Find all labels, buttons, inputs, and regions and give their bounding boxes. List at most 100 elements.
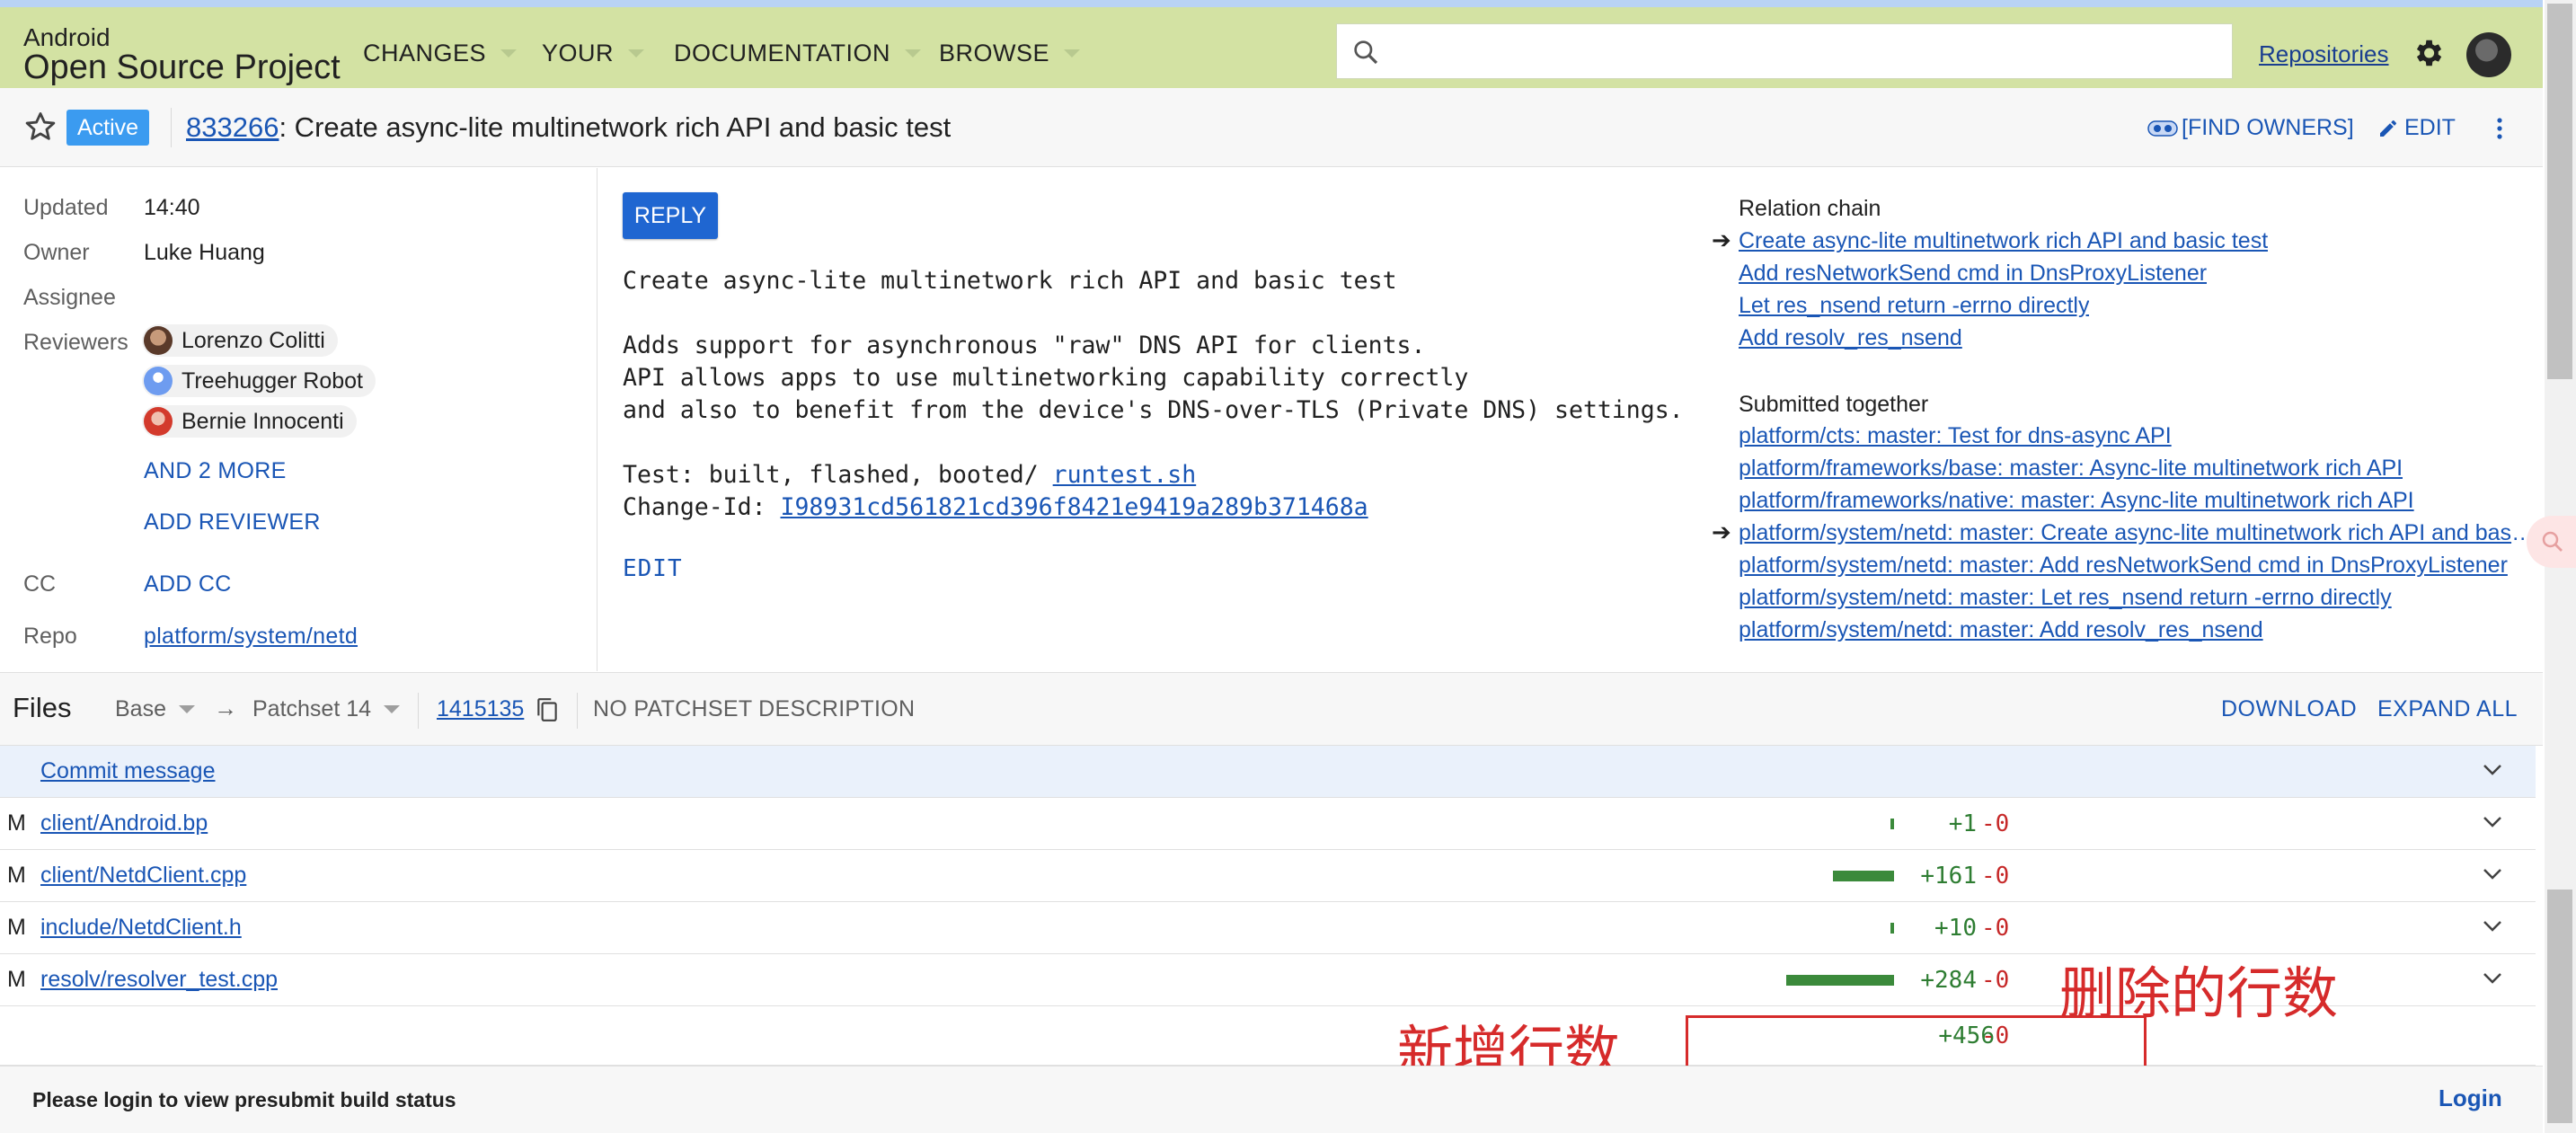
edit-button[interactable]: EDIT xyxy=(2377,115,2456,141)
chevron-down-icon[interactable] xyxy=(2482,762,2503,778)
nav-browse[interactable]: BROWSE xyxy=(939,40,1081,67)
change-id-label: Change-Id: xyxy=(623,493,781,521)
repo-label: Repo xyxy=(23,624,77,649)
chevron-down-icon[interactable] xyxy=(2482,814,2503,830)
commit-message-link[interactable]: Commit message xyxy=(40,758,216,784)
patchset-select[interactable]: Patchset 14 xyxy=(252,696,401,722)
change-header: Active 833266: Create async-lite multine… xyxy=(0,88,2543,167)
relation-chain-item[interactable]: Add resNetworkSend cmd in DnsProxyListen… xyxy=(1739,261,2207,287)
reply-button[interactable]: REPLY xyxy=(623,192,718,239)
avatar xyxy=(144,407,173,436)
add-reviewer-button[interactable]: ADD REVIEWER xyxy=(144,509,321,536)
chevron-down-icon[interactable] xyxy=(2482,918,2503,934)
edit-label: EDIT xyxy=(2404,115,2456,140)
owners-icon xyxy=(2147,119,2178,137)
commit-line: API allows apps to use multinetworking c… xyxy=(623,364,1469,392)
patchset-select-value: Patchset 14 xyxy=(252,696,372,721)
and-more-link[interactable]: AND 2 MORE xyxy=(144,458,287,484)
commit-line: Test: built, flashed, booted/ runtest.sh xyxy=(623,459,1684,491)
deleted-count: -0 xyxy=(1981,915,2010,942)
change-title: 833266: Create async-lite multinetwork r… xyxy=(186,111,951,144)
file-name-link[interactable]: resolv/resolver_test.cpp xyxy=(40,967,278,993)
relation-chain-item[interactable]: Let res_nsend return -errno directly xyxy=(1739,293,2089,319)
copy-icon[interactable] xyxy=(536,696,559,723)
file-name-link[interactable]: client/NetdClient.cpp xyxy=(40,863,246,889)
runtest-link[interactable]: runtest.sh xyxy=(1053,461,1197,489)
chevron-down-icon[interactable] xyxy=(2482,866,2503,882)
submitted-together-item[interactable]: platform/frameworks/base: master: Async-… xyxy=(1739,456,2403,482)
gear-icon[interactable] xyxy=(2411,36,2445,70)
assignee-label: Assignee xyxy=(23,285,116,310)
nav-changes-label: CHANGES xyxy=(363,40,487,66)
submitted-together-item[interactable]: platform/system/netd: master: Add resNet… xyxy=(1739,553,2508,579)
added-count: +284 xyxy=(1920,967,1977,994)
chevron-down-icon xyxy=(384,705,401,713)
submitted-together-title: Submitted together xyxy=(1739,392,1929,417)
file-status: M xyxy=(7,810,26,836)
search-input[interactable] xyxy=(1394,31,2207,73)
change-info: Updated 14:40 Owner Luke Huang Assignee … xyxy=(0,168,598,671)
login-link[interactable]: Login xyxy=(2439,1084,2502,1112)
submitted-together-item[interactable]: platform/cts: master: Test for dns-async… xyxy=(1739,423,2172,449)
nav-documentation[interactable]: DOCUMENTATION xyxy=(674,40,921,67)
nav-your[interactable]: YOUR xyxy=(542,40,645,67)
nav-changes[interactable]: CHANGES xyxy=(363,40,518,67)
avatar[interactable] xyxy=(2466,32,2511,77)
file-status: M xyxy=(7,967,26,992)
nav-your-label: YOUR xyxy=(542,40,615,66)
file-name-link[interactable]: client/Android.bp xyxy=(40,810,208,836)
more-vert-icon[interactable] xyxy=(2494,115,2505,142)
divider xyxy=(577,693,578,729)
file-row[interactable]: M client/Android.bp +1 -0 xyxy=(0,798,2536,850)
deleted-count: -0 xyxy=(1981,810,2010,837)
download-button[interactable]: DOWNLOAD xyxy=(2221,696,2357,722)
commit-line xyxy=(623,427,1684,459)
search-icon xyxy=(2542,531,2563,552)
file-status: M xyxy=(7,915,26,940)
expand-all-button[interactable]: EXPAND ALL xyxy=(2377,696,2518,722)
reviewer-chip[interactable]: Treehugger Robot xyxy=(142,365,376,397)
floating-search-button[interactable] xyxy=(2527,516,2576,568)
reviewer-chip[interactable]: Bernie Innocenti xyxy=(142,405,357,438)
relation-chain-item[interactable]: Add resolv_res_nsend xyxy=(1739,325,1962,351)
owner-value[interactable]: Luke Huang xyxy=(144,240,265,266)
submitted-together-item[interactable]: platform/system/netd: master: Create asy… xyxy=(1739,520,2538,546)
add-cc-button[interactable]: ADD CC xyxy=(144,571,232,597)
repo-link[interactable]: platform/system/netd xyxy=(144,624,358,650)
submitted-together-item[interactable]: platform/frameworks/native: master: Asyn… xyxy=(1739,488,2414,514)
pencil-icon xyxy=(2380,119,2396,137)
commit-message-row[interactable]: Commit message xyxy=(0,746,2536,798)
base-select[interactable]: Base xyxy=(115,696,195,722)
scrollbar-thumb[interactable] xyxy=(2547,4,2572,379)
commit-message: Create async-lite multinetwork rich API … xyxy=(623,265,1684,524)
reviewer-chip[interactable]: Lorenzo Colitti xyxy=(142,324,338,357)
brand-title[interactable]: Open Source Project xyxy=(23,49,341,87)
change-number-link[interactable]: 833266 xyxy=(186,111,279,143)
patchset-id-link[interactable]: 1415135 xyxy=(437,696,524,722)
commit-line: Adds support for asynchronous "raw" DNS … xyxy=(623,332,1426,359)
repositories-link[interactable]: Repositories xyxy=(2259,40,2389,68)
chevron-down-icon[interactable] xyxy=(2482,970,2503,987)
reviewer-name: Lorenzo Colitti xyxy=(181,327,325,353)
edit-message-button[interactable]: EDIT xyxy=(623,555,683,582)
star-icon[interactable] xyxy=(23,110,58,144)
divider xyxy=(418,693,419,729)
submitted-together-item[interactable]: platform/system/netd: master: Add resolv… xyxy=(1739,617,2263,643)
change-id-link[interactable]: I98931cd561821cd396f8421e9419a289b371468… xyxy=(781,493,1368,521)
file-name-link[interactable]: include/NetdClient.h xyxy=(40,915,242,941)
file-row[interactable]: M include/NetdClient.h +10 -0 xyxy=(0,902,2536,954)
relation-chain-item[interactable]: Create async-lite multinetwork rich API … xyxy=(1739,228,2268,254)
scrollbar-thumb[interactable] xyxy=(2547,890,2572,1123)
search-box[interactable] xyxy=(1336,23,2233,79)
file-row[interactable]: M client/NetdClient.cpp +161 -0 xyxy=(0,850,2536,902)
owner-label: Owner xyxy=(23,240,90,265)
find-owners-label: [FIND OWNERS] xyxy=(2182,115,2354,140)
added-lines-bar xyxy=(1833,871,1894,881)
deleted-count: -0 xyxy=(1981,863,2010,890)
added-count: +10 xyxy=(1934,915,1977,942)
reviewers-label: Reviewers xyxy=(23,330,128,355)
find-owners-button[interactable]: [FIND OWNERS] xyxy=(2147,115,2354,141)
reviewer-name: Treehugger Robot xyxy=(181,367,363,394)
submitted-together-item[interactable]: platform/system/netd: master: Let res_ns… xyxy=(1739,585,2392,611)
patchset-description[interactable]: NO PATCHSET DESCRIPTION xyxy=(593,696,915,722)
